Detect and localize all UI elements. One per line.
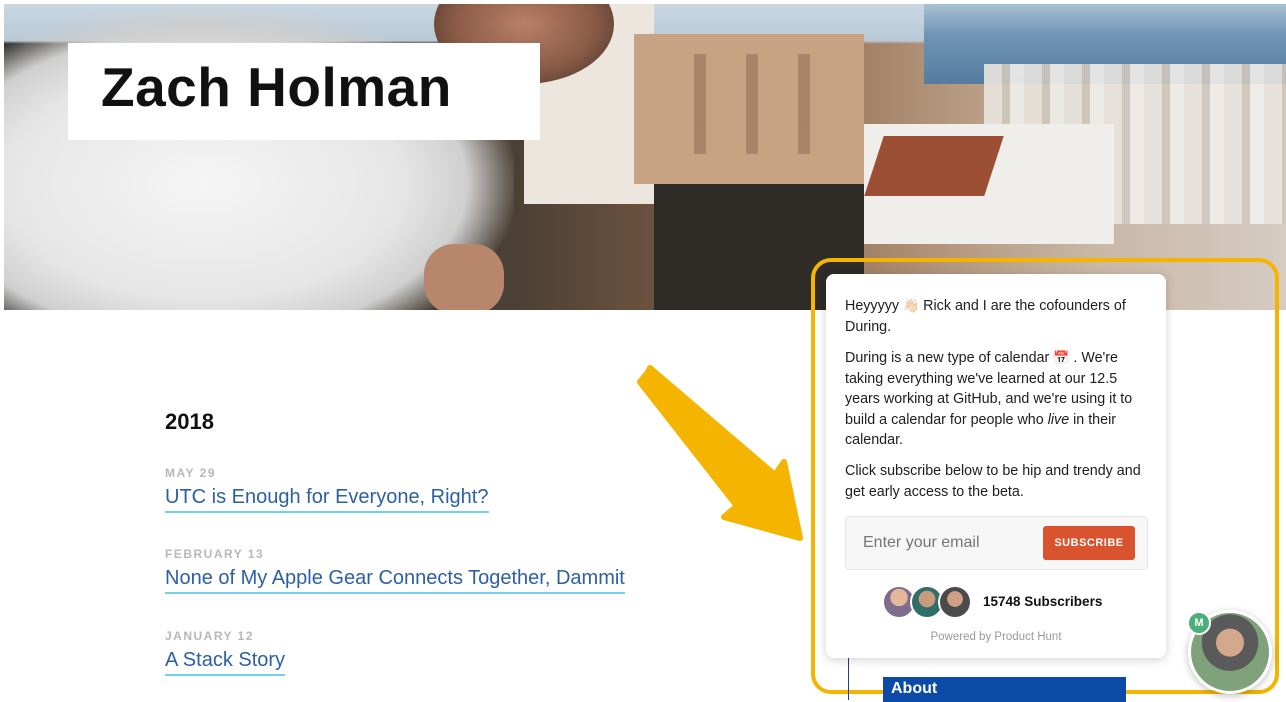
wave-icon: 👋🏻: [903, 298, 920, 313]
calendar-icon: 📅: [1053, 350, 1070, 365]
popup-description: During is a new type of calendar 📅 . We'…: [845, 350, 1133, 448]
subscribe-popup: Heyyyyy 👋🏻 Rick and I are the cofounders…: [826, 274, 1166, 658]
avatar: [938, 585, 972, 619]
arrow-icon: [637, 365, 803, 541]
sidebar-about[interactable]: About: [883, 677, 1126, 702]
subscriber-count: 15748 Subscribers: [983, 594, 1103, 609]
subscribe-form: SUBSCRIBE: [845, 516, 1148, 570]
chat-badge: M: [1187, 611, 1211, 635]
popup-cta-text: Click subscribe below to be hip and tren…: [845, 463, 1141, 500]
subscribe-button[interactable]: SUBSCRIBE: [1043, 526, 1135, 560]
popup-intro: Heyyyyy 👋🏻 Rick and I are the cofounders…: [845, 298, 1126, 335]
powered-by[interactable]: Powered by Product Hunt: [826, 631, 1166, 643]
sidebar-divider: [848, 655, 849, 700]
email-input[interactable]: [846, 517, 1055, 569]
